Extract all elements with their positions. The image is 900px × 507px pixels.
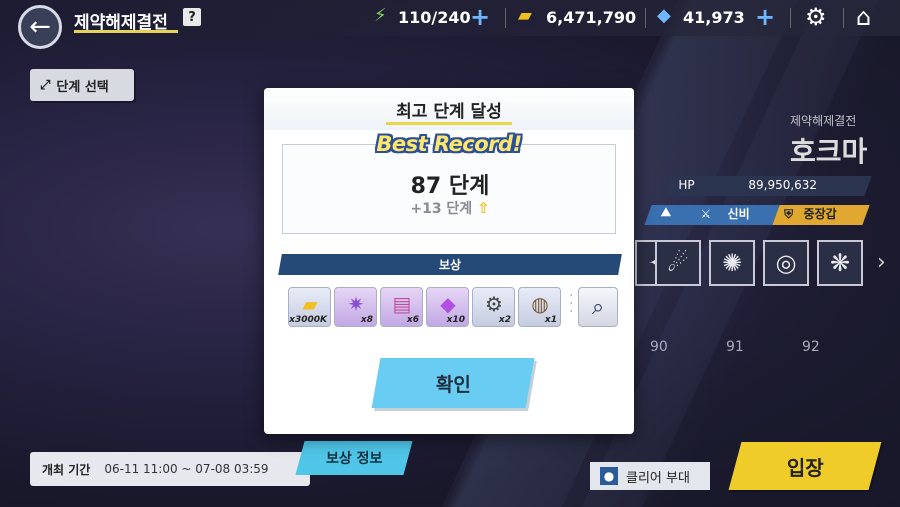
hp-label: HP xyxy=(678,178,695,192)
stamina-value: 110/240 xyxy=(398,8,471,27)
confirm-button[interactable]: 확인 xyxy=(371,358,535,408)
modal-title-underline xyxy=(386,122,512,125)
best-record-modal: 최고 단계 달성 87 단계 +13 단계 ⇧ Best Record! 보상 … xyxy=(264,88,634,434)
reward-qty: x3000K xyxy=(289,315,327,325)
armor-type-label: 중장갑 xyxy=(803,207,837,221)
clear-team-label: 클리어 부대 xyxy=(626,470,690,486)
chevron-right-icon[interactable]: › xyxy=(877,250,886,275)
stage-number[interactable]: 90 xyxy=(650,339,668,355)
wing-icon: ❋ xyxy=(829,249,851,277)
home-icon[interactable]: ⌂ xyxy=(856,3,871,31)
gem-add-button[interactable]: + xyxy=(755,3,775,31)
stage-select-label: 단계 선택 xyxy=(56,79,109,95)
gold-value: 6,471,790 xyxy=(546,8,637,27)
enter-button[interactable]: 입장 xyxy=(728,442,882,490)
divider xyxy=(645,8,646,28)
reward-header-label: 보상 xyxy=(438,258,462,272)
reward-qty: x2 xyxy=(498,315,511,325)
event-period-bar: 개최 기간 06-11 11:00 ~ 07-08 03:59 xyxy=(30,452,310,486)
reward-item[interactable]: ◍ x1 xyxy=(518,287,561,327)
reward-header: 보상 xyxy=(278,254,622,275)
meteor-icon: ☄ xyxy=(667,249,689,277)
back-arrow-icon: ← xyxy=(29,12,51,42)
mountain-icon: ⛰ xyxy=(660,205,672,219)
vortex-icon: ◎ xyxy=(775,249,797,277)
purple-crystal-icon: ◆ xyxy=(440,292,456,316)
stage-select-button[interactable]: ⤢ 단계 선택 xyxy=(30,69,134,101)
report-book-icon: ▤ xyxy=(392,292,412,316)
expand-arrows-icon: ⤢ xyxy=(40,77,51,93)
credit-ticket-icon: ▰ xyxy=(302,292,318,316)
best-record-banner: Best Record! xyxy=(376,132,522,156)
ring-artifact-icon: ◍ xyxy=(531,292,549,316)
reward-item[interactable]: ✷ x8 xyxy=(334,287,377,327)
credit-icon: ▰ xyxy=(518,5,532,26)
purple-orb-icon: ✷ xyxy=(347,292,365,316)
attack-type-tag: ⚔ 신비 xyxy=(688,205,780,225)
gem-value: 41,973 xyxy=(683,8,745,27)
reward-qty: x10 xyxy=(446,315,465,325)
stage-number[interactable]: 92 xyxy=(802,339,820,355)
lightning-icon: ✺ xyxy=(721,249,743,277)
reward-item[interactable]: ▤ x6 xyxy=(380,287,423,327)
back-button[interactable]: ← xyxy=(18,5,62,49)
title-underline xyxy=(74,30,178,33)
reward-item[interactable]: ⚙ x2 xyxy=(472,287,515,327)
reward-detail-button[interactable]: ⌕ xyxy=(578,287,618,327)
sword-icon: ⚔ xyxy=(700,207,712,221)
reward-info-label: 보상 정보 xyxy=(325,451,383,467)
gear-disc-icon: ⚙ xyxy=(485,292,503,316)
reward-item[interactable]: ▰ x3000K xyxy=(288,287,331,327)
settings-gear-icon[interactable]: ⚙ xyxy=(805,3,827,31)
reward-list: ▰ x3000K ✷ x8 ▤ x6 ◆ x10 ⚙ x2 ◍ x1 xyxy=(288,287,568,327)
boss-name: 호크마 xyxy=(790,135,868,168)
boss-skill-slot[interactable]: ☄ xyxy=(655,240,701,286)
up-arrow-icon: ⇧ xyxy=(477,199,490,217)
more-dots-icon: · · · xyxy=(569,288,574,320)
record-box: 87 단계 +13 단계 ⇧ xyxy=(282,144,616,234)
divider xyxy=(505,8,506,28)
shield-icon: ⛨ xyxy=(784,207,794,221)
stage-number[interactable]: 91 xyxy=(726,339,744,355)
improvement-label: +13 단계 xyxy=(410,201,473,217)
hp-value: 89,950,632 xyxy=(748,178,818,192)
record-stage: 87 단계 xyxy=(410,174,490,199)
help-button[interactable]: ? xyxy=(183,8,201,26)
record-improvement: +13 단계 ⇧ xyxy=(283,198,617,218)
boss-hp-bar: HP 89,950,632 xyxy=(664,176,872,196)
divider xyxy=(843,8,844,28)
gem-icon: ◆ xyxy=(657,5,671,26)
stamina-add-button[interactable]: + xyxy=(470,3,490,31)
period-value: 06-11 11:00 ~ 07-08 03:59 xyxy=(104,462,269,476)
boss-subtitle: 제약해제결전 xyxy=(790,114,857,128)
boss-skill-slot[interactable]: ❋ xyxy=(817,240,863,286)
reward-qty: x6 xyxy=(406,315,419,325)
armor-type-tag: ⛨ 중장갑 xyxy=(772,205,870,225)
person-icon: ● xyxy=(600,467,618,485)
attack-type-label: 신비 xyxy=(727,207,750,221)
clear-team-button[interactable]: ● 클리어 부대 xyxy=(590,462,710,490)
reward-info-button[interactable]: 보상 정보 xyxy=(295,441,413,475)
period-label: 개최 기간 xyxy=(42,462,91,477)
boss-skill-slot[interactable]: ◎ xyxy=(763,240,809,286)
magnifier-icon: ⌕ xyxy=(591,294,605,320)
enter-label: 입장 xyxy=(786,455,824,480)
divider xyxy=(790,8,791,28)
confirm-label: 확인 xyxy=(435,373,471,396)
reward-item[interactable]: ◆ x10 xyxy=(426,287,469,327)
stamina-bolt-icon: ⚡ xyxy=(374,5,387,26)
modal-title: 최고 단계 달성 xyxy=(396,101,502,122)
reward-qty: x8 xyxy=(360,315,373,325)
boss-skill-slot[interactable]: ✺ xyxy=(709,240,755,286)
reward-qty: x1 xyxy=(544,315,557,325)
